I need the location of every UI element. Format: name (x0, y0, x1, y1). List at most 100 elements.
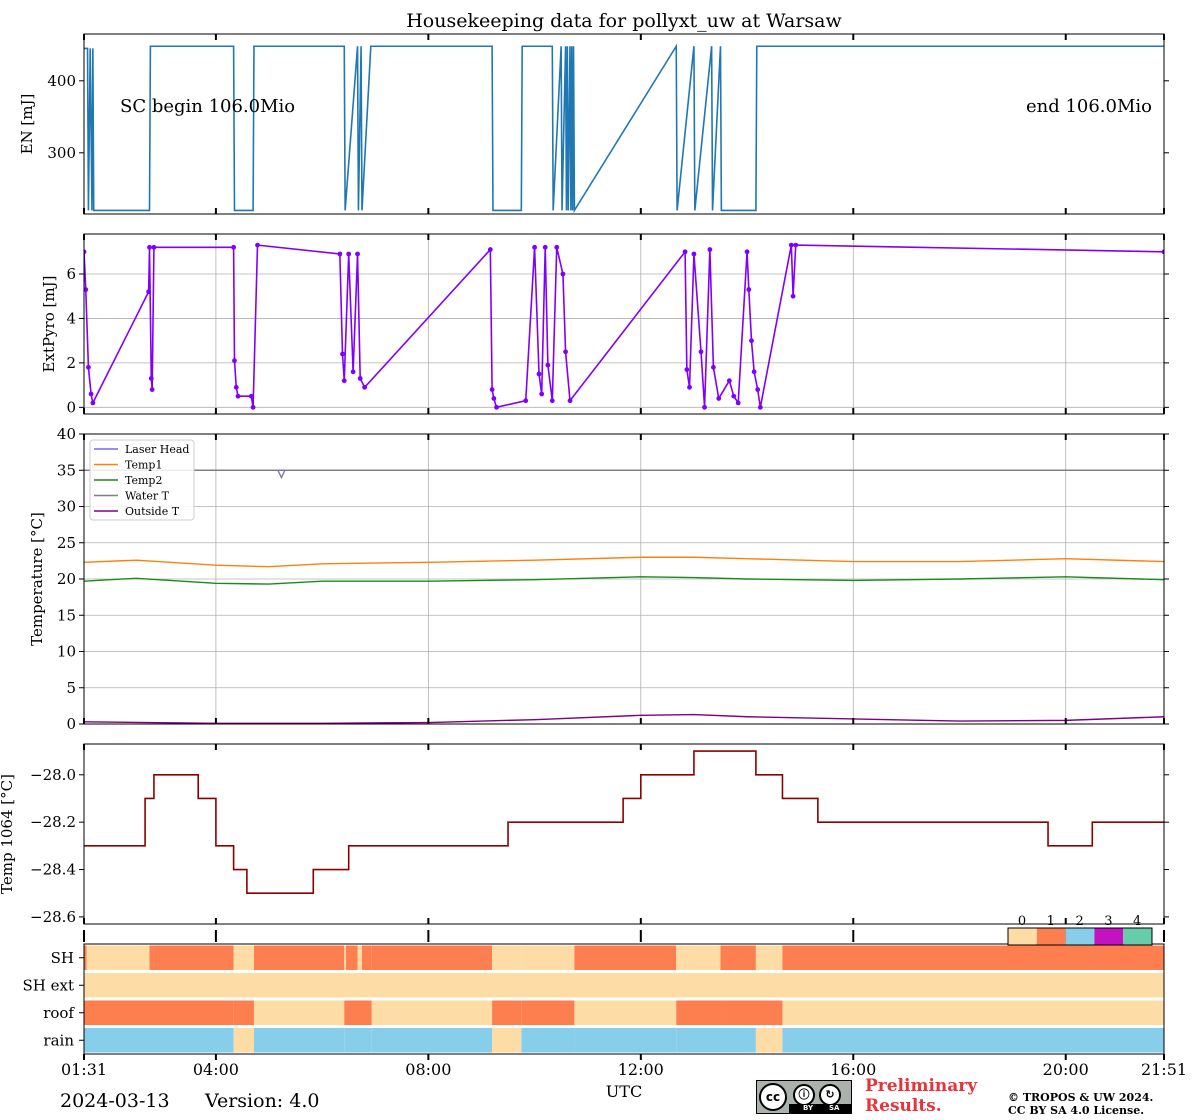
colorbar-tick-label: 3 (1104, 914, 1112, 929)
y-tick-label: 0 (66, 398, 76, 416)
y-tick-label: 15 (57, 606, 76, 624)
flag-segment (253, 945, 345, 970)
y-tick-label: −28.6 (30, 908, 76, 926)
data-point (567, 398, 573, 404)
data-point (542, 244, 548, 250)
y-axis-label: EN [mJ] (18, 94, 36, 155)
sa-icon: ↻ (819, 1084, 841, 1106)
flag-segment (233, 1028, 254, 1053)
data-point (744, 249, 750, 255)
flag-segment (233, 1000, 254, 1025)
footer-date: 2024-03-13 (60, 1090, 170, 1112)
data-point (494, 404, 499, 410)
data-point (735, 400, 741, 406)
y-tick-label: 0 (66, 715, 76, 733)
x-axis-label: UTC (606, 1082, 642, 1101)
colorbar-tick-label: 2 (1075, 914, 1083, 929)
y-tick-label: 4 (66, 309, 76, 327)
series-group (84, 469, 1164, 724)
flag-segment (720, 945, 756, 970)
copyright-line-2: CC BY SA 4.0 License. (1008, 1104, 1145, 1117)
flag-segment (574, 945, 677, 970)
flag-segment (521, 945, 575, 970)
data-point (757, 404, 763, 410)
flag-segment (521, 1028, 575, 1053)
flag-segment (153, 945, 234, 970)
flag-segment (149, 1028, 234, 1053)
data-point (341, 378, 347, 384)
legend-entry: Laser Head (125, 443, 189, 456)
data-point (231, 244, 237, 250)
data-point (698, 349, 704, 355)
colorbar-tick-label: 1 (1047, 914, 1055, 929)
data-point (491, 396, 497, 401)
y-axis-label: ExtPyro [mJ] (40, 276, 58, 373)
legend-entry: Temp1 (125, 459, 162, 472)
flag-segment (574, 1000, 677, 1025)
data-point (362, 384, 368, 390)
y-tick-label: 35 (57, 461, 76, 479)
colorbar-tick-label: 0 (1018, 914, 1026, 929)
flag-segment (755, 1028, 783, 1053)
cc-icon: cc (759, 1083, 787, 1111)
legend-entry: Temp2 (125, 474, 162, 487)
y-tick-label: 400 (47, 72, 76, 90)
data-point (554, 244, 560, 250)
y-tick-label: 25 (57, 534, 76, 552)
panel-temperature: 0 5 10 15 20 25 30 35 40 Temperature [°C] Laser He… (28, 425, 1169, 733)
series-group (84, 750, 1164, 895)
series-group (84, 242, 1164, 410)
flag-segment (371, 945, 493, 970)
y-axis-label: Temp 1064 [°C] (0, 774, 16, 894)
data-point (250, 404, 256, 410)
chart-title: Housekeeping data for pollyxt_uw at Wars… (406, 10, 842, 32)
x-tick-label: 08:00 (405, 1060, 451, 1079)
flag-segment (782, 1028, 1164, 1053)
data-point (232, 358, 237, 364)
data-point (539, 391, 545, 397)
data-point (357, 376, 363, 381)
flag-segment (492, 1028, 522, 1053)
flag-row-label: SH ext (23, 976, 75, 994)
y-tick-label: 2 (66, 354, 76, 372)
data-point (337, 251, 343, 257)
data-point (682, 249, 688, 255)
data-point (489, 387, 495, 392)
data-point (86, 364, 91, 370)
license-bar: BY SA (789, 1104, 851, 1113)
data-point (355, 251, 360, 257)
data-point (146, 289, 152, 295)
x-tick-label: 01:31 (61, 1060, 107, 1079)
annotation-left: SC begin 106.0Mio (120, 96, 295, 117)
data-point (532, 244, 537, 250)
housekeeping-figure: Housekeeping data for pollyxt_uw at Wars… (0, 10, 1188, 1101)
legend-entry: Water T (125, 490, 170, 503)
plot-panels: 300400EN [mJ] SC begin 106.0Mio end 106.0M… (0, 33, 1188, 1079)
colorbar-swatch (1094, 928, 1124, 945)
flag-segment (344, 1000, 372, 1025)
series-line-extpyro (84, 244, 1164, 409)
data-point (487, 247, 493, 252)
flag-segment (86, 945, 92, 970)
x-tick-label: 21:51 (1141, 1060, 1187, 1079)
flag-segment (253, 1000, 345, 1025)
y-tick-label: −28.0 (30, 766, 76, 784)
colorbar-swatch (1065, 928, 1095, 945)
panel-en: 300 400 EN [mJ] SC begin 106.0Mio end 106.0M… (18, 33, 1169, 215)
data-point (148, 376, 154, 381)
data-point (563, 349, 568, 355)
y-tick-label: 20 (57, 570, 76, 588)
data-point (746, 287, 752, 292)
flag-segment (676, 945, 721, 970)
y-tick-label: 10 (57, 643, 76, 661)
colorbar-swatch (1008, 928, 1037, 945)
panel-frame (83, 743, 1165, 925)
flag-segment (720, 1000, 783, 1025)
panel-flags: SHSH extroofrain01:31 04:00 08:00 12:00 16:0… (23, 914, 1188, 1079)
preliminary-line-2: Results. (865, 1096, 942, 1116)
panel-temp-1064: −28.6 −28.4 −28.2 −28.0 Temp 1064 [°C] (0, 743, 1169, 926)
flag-segment (371, 1000, 493, 1025)
series-line-temp-1064 (84, 750, 1164, 895)
data-point (707, 247, 713, 252)
flag-segment (346, 945, 358, 970)
